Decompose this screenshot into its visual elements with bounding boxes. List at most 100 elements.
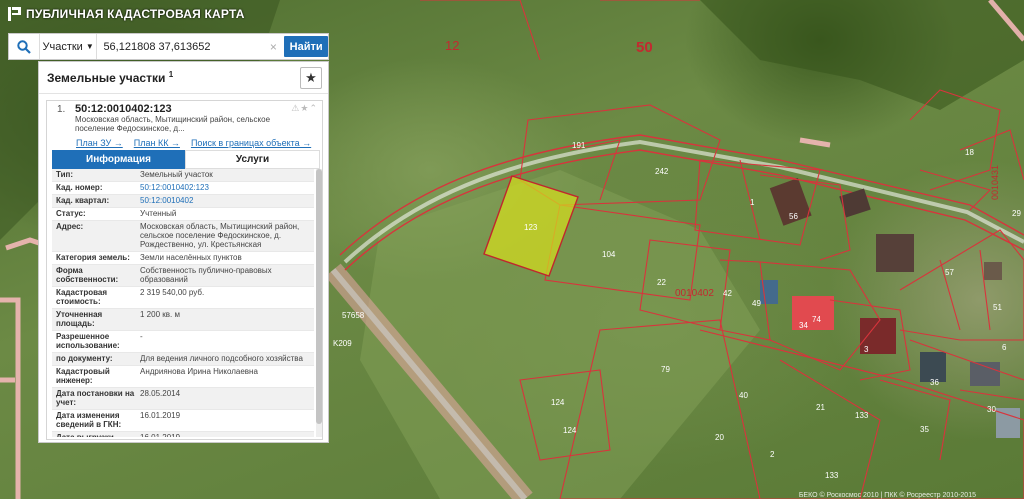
row-key: Дата изменения сведений в ГКН: (56, 411, 122, 429)
buildings (760, 177, 1020, 438)
tab-information[interactable]: Информация (52, 150, 185, 169)
table-row: Кадастровый инженер: Андриянова Ирина Ник… (52, 366, 314, 388)
district-label: 12 (445, 38, 459, 53)
parcel-cad-number[interactable]: 50:12:0010402:123 (75, 103, 172, 115)
row-value: Для ведения личного подсобного хозяйства (140, 354, 303, 363)
row-value[interactable]: 50:12:0010402:123 (140, 183, 314, 192)
clear-icon[interactable]: × (266, 40, 280, 54)
parcel-label: 42 (723, 289, 732, 298)
link-plan-kk[interactable]: План КК → (134, 138, 180, 148)
results-count: 1 (168, 70, 174, 79)
link-plan-zu[interactable]: План ЗУ → (76, 138, 123, 148)
table-row: Кадастровая стоимость: 2 319 540,00 руб. (52, 287, 314, 309)
row-key: Разрешенное использование: (56, 332, 120, 350)
parcel-label: 123 (524, 223, 538, 232)
table-row: Кад. номер: 50:12:0010402:123 (52, 182, 314, 195)
table-row: Кад. квартал: 50:12:0010402 (52, 195, 314, 208)
results-panel: Земельные участки 1 ★ 1. 50:12:0010402:1… (38, 61, 329, 443)
app-title: ПУБЛИЧНАЯ КАДАСТРОВАЯ КАРТА (26, 7, 245, 21)
parcel-label: 34 (799, 321, 808, 330)
panel-header: Земельные участки 1 ★ (39, 62, 328, 94)
row-value: Земельный участок (140, 170, 213, 179)
panel-title: Земельные участки 1 (47, 70, 174, 85)
parcel-label: 74 (812, 315, 821, 324)
row-value: Учтенный (140, 209, 177, 218)
table-row: Разрешенное использование: - (52, 331, 314, 353)
parcel-label: 124 (551, 398, 565, 407)
search-icon[interactable] (9, 34, 40, 59)
parcel-label: 29 (1012, 209, 1021, 218)
parcel-label: 51 (993, 303, 1002, 312)
row-key: Форма собственности: (56, 266, 119, 284)
row-key: Категория земель: (56, 253, 130, 262)
parcel-address: Московская область, Мытищинский район, с… (75, 115, 271, 133)
table-row: Уточненная площадь: 1 200 кв. м (52, 309, 314, 331)
parcel-label: 104 (602, 250, 616, 259)
search-input[interactable] (97, 35, 267, 58)
parcel-label: 40 (739, 391, 748, 400)
parcel-card-header: 1. 50:12:0010402:123 Московская область,… (47, 101, 322, 135)
parcel-label: 56 (789, 212, 798, 221)
app-header: ПУБЛИЧНАЯ КАДАСТРОВАЯ КАРТА (8, 4, 245, 24)
row-value: 28.05.2014 (140, 389, 181, 398)
warning-icon[interactable]: ⚠ (291, 103, 300, 113)
card-tabs: Информация Услуги (52, 150, 320, 169)
row-key: по документу: (56, 354, 113, 363)
find-button[interactable]: Найти (284, 36, 328, 57)
row-key: Кадастровый инженер: (56, 367, 110, 385)
parcel-label: 49 (752, 299, 761, 308)
collapse-icon[interactable]: ⌃ (309, 103, 318, 113)
row-key: Тип: (56, 170, 73, 179)
row-key: Кадастровая стоимость: (56, 288, 108, 306)
parcel-label: 20 (715, 433, 724, 442)
attributes-table: Тип: Земельный участок Кад. номер: 50:12:00… (52, 169, 314, 437)
parcel-label: 30 (987, 405, 996, 414)
table-row: Дата изменения сведений в ГКН: 16.01.2019 (52, 410, 314, 432)
table-row: Адрес: Московская область, Мытищинский ра… (52, 221, 314, 252)
row-key: Адрес: (56, 222, 84, 231)
search-bar: Участки ▼ × Найти (8, 33, 329, 60)
parcel-card: 1. 50:12:0010402:123 Московская область,… (46, 100, 323, 440)
row-value: Собственность публично-правовых образова… (140, 266, 272, 284)
parcel-label: 133 (825, 471, 839, 480)
favorite-star-icon[interactable]: ★ (300, 66, 322, 89)
region-label: 50 (636, 39, 653, 56)
card-actions: ⚠★⌃ (291, 103, 318, 114)
tab-services[interactable]: Услуги (185, 150, 320, 169)
map-attribution: БЕКО © Роскосмос 2010 | ПКК © Росреестр … (798, 492, 976, 499)
row-key: Кад. номер: (56, 183, 103, 192)
table-row: Статус: Учтенный (52, 208, 314, 221)
table-row: Тип: Земельный участок (52, 169, 314, 182)
scrollbar[interactable] (316, 169, 322, 437)
forest-area (700, 0, 1024, 110)
parcel-label: 2 (770, 450, 775, 459)
row-value: Андриянова Ирина Николаевна (140, 367, 258, 376)
row-value: 16.01.2019 (140, 411, 181, 420)
parcel-label: 124 (563, 426, 577, 435)
row-value: 2 319 540,00 руб. (140, 288, 205, 297)
row-key: Кад. квартал: (56, 196, 110, 205)
parcel-label: 79 (661, 365, 670, 374)
parcel-label: 6 (1002, 343, 1007, 352)
parcel-label: 242 (655, 167, 669, 176)
table-row: Категория земель: Земли населённых пункто… (52, 252, 314, 265)
search-type-label: Участки (42, 40, 83, 53)
parcel-label: 18 (965, 148, 974, 157)
table-row: Форма собственности: Собственность публич… (52, 265, 314, 287)
parcel-label: 21 (816, 403, 825, 412)
parcel-label: 35 (920, 425, 929, 434)
row-value: 1 200 кв. м (140, 310, 180, 319)
row-key: Статус: (56, 209, 86, 218)
rosreestr-logo-icon (8, 7, 21, 21)
road-label: K209 (333, 339, 352, 348)
row-key: Дата выгрузки сведений из ГКН: (52, 433, 140, 437)
parcel-label: 22 (657, 278, 666, 287)
parcel-label: 191 (572, 141, 586, 150)
table-row: Дата выгрузки сведений из ГКН:16.01.2019 (52, 432, 314, 437)
search-type-select[interactable]: Участки ▼ (40, 34, 98, 59)
row-value[interactable]: 50:12:0010402 (140, 196, 314, 205)
scrollbar-thumb[interactable] (316, 169, 322, 424)
row-value: Московская область, Мытищинский район, с… (140, 222, 300, 249)
parcel-label: 133 (855, 411, 869, 420)
link-search-in-bounds[interactable]: Поиск в границах объекта → (191, 138, 311, 148)
